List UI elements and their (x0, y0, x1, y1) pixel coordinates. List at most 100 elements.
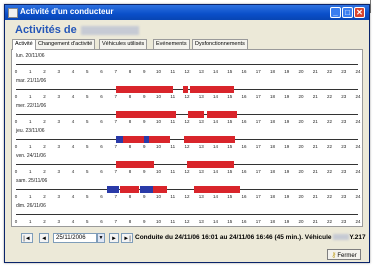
hour-tick-label: 11 (170, 119, 176, 124)
activity-segment[interactable] (182, 86, 189, 93)
close-window-button[interactable]: ✕ (354, 7, 365, 18)
hour-tick-label: 0 (14, 119, 18, 124)
activity-segment[interactable] (139, 186, 153, 193)
hour-tick-label: 11 (170, 69, 176, 74)
hour-tick-label: 20 (298, 219, 304, 224)
activity-segment[interactable] (152, 186, 168, 193)
tab-activite[interactable]: Activité (12, 39, 36, 50)
plate-suffix: Y.217 (349, 234, 366, 241)
hour-scale: 0 1 2 3 4 5 6 7 8 9 10 11 12 13 14 15 16 17 18 19 20 21 22 23 24 (15, 69, 361, 75)
hour-tick-label: 20 (298, 169, 304, 174)
summary-text: Conduite du 24/11/06 16:01 au 24/11/06 1… (135, 234, 332, 241)
hour-tick-label: 5 (85, 194, 89, 199)
hour-tick-label: 21 (312, 119, 318, 124)
activity-segment[interactable] (120, 186, 139, 193)
hour-tick-label: 23 (341, 119, 347, 124)
hour-tick-label: 4 (71, 194, 75, 199)
hour-tick-label: 6 (100, 219, 103, 224)
activity-segment[interactable] (206, 111, 237, 118)
hour-tick-label: 14 (212, 144, 219, 149)
hour-tick-label: 21 (312, 169, 318, 174)
date-dropdown-button[interactable]: ▼ (97, 233, 105, 243)
hour-tick-label: 2 (43, 69, 46, 74)
track-baseline (16, 214, 358, 215)
activity-segment[interactable] (194, 186, 240, 193)
fermer-button[interactable]: ⚷Fermer (327, 249, 361, 260)
hour-tick-label: 19 (284, 119, 290, 124)
hour-tick-label: 20 (298, 94, 304, 99)
tab-changement-activite[interactable]: Changement d'activité (35, 39, 96, 49)
hour-tick-label: 18 (269, 144, 276, 149)
hour-tick-label: 8 (128, 94, 132, 99)
hour-tick-label: 16 (241, 144, 247, 149)
hour-tick-label: 13 (198, 69, 204, 74)
hour-tick-label: 7 (114, 169, 118, 174)
hour-tick-label: 12 (184, 169, 190, 174)
date-input[interactable]: 25/11/2006 (53, 233, 97, 243)
hour-tick-label: 16 (241, 169, 247, 174)
key-icon: ⚷ (331, 252, 337, 259)
activity-segment[interactable] (187, 161, 235, 168)
hour-tick-label: 12 (184, 119, 190, 124)
hour-tick-label: 9 (142, 94, 146, 99)
previous-day-button[interactable]: ◄ (39, 233, 49, 243)
tab-evenements[interactable]: Evénements (153, 39, 190, 49)
page-title-text: Activités de (15, 24, 77, 36)
hour-tick-label: 9 (142, 219, 146, 224)
activity-segment[interactable] (184, 136, 236, 143)
hour-tick-label: 23 (341, 144, 347, 149)
day-activity-track[interactable] (16, 61, 358, 68)
activity-segment[interactable] (144, 136, 149, 143)
activity-segment[interactable] (135, 161, 155, 168)
maximize-button[interactable]: □ (342, 7, 353, 18)
day-activity-track[interactable] (16, 186, 358, 193)
hour-tick-label: 6 (100, 94, 103, 99)
hour-tick-label: 5 (85, 169, 89, 174)
activity-segment[interactable] (115, 161, 136, 168)
hour-tick-label: 1 (28, 144, 32, 149)
minimize-button[interactable]: _ (330, 7, 341, 18)
hour-tick-label: 22 (326, 219, 333, 224)
callout-line (370, 0, 371, 12)
hour-tick-label: 11 (170, 194, 176, 199)
hour-tick-label: 3 (57, 194, 61, 199)
tab-vehicules-utilises[interactable]: Véhicules utilisés (99, 39, 148, 49)
track-baseline (16, 189, 358, 190)
hour-tick-label: 14 (212, 194, 219, 199)
hour-tick-label: 10 (155, 194, 162, 199)
hour-tick-label: 10 (155, 219, 162, 224)
hour-tick-label: 4 (71, 219, 75, 224)
hour-tick-label: 18 (269, 69, 276, 74)
first-day-button[interactable]: |◄ (21, 233, 33, 243)
last-day-button[interactable]: ►| (121, 233, 133, 243)
activity-segment[interactable] (115, 111, 176, 118)
hour-tick-label: 15 (227, 119, 233, 124)
activity-segment[interactable] (189, 86, 235, 93)
activity-segment[interactable] (115, 136, 123, 143)
hour-tick-label: 2 (43, 219, 46, 224)
title-bar[interactable]: Activité d'un conducteur _ □ ✕ (5, 5, 369, 20)
hour-tick-label: 24 (355, 94, 361, 99)
hour-tick-label: 21 (312, 94, 318, 99)
day-activity-track[interactable] (16, 161, 358, 168)
day-activity-track[interactable] (16, 136, 358, 143)
activity-segment[interactable] (107, 186, 119, 193)
tab-dysfonctionnements[interactable]: Dysfonctionnements (192, 39, 248, 49)
hour-tick-label: 18 (269, 194, 276, 199)
hour-tick-label: 22 (326, 169, 333, 174)
selection-summary: Conduite du 24/11/06 16:01 au 24/11/06 1… (135, 234, 366, 241)
day-label: ven. 24/11/06 (16, 153, 46, 159)
hour-tick-label: 12 (184, 219, 190, 224)
hour-tick-label: 13 (198, 94, 204, 99)
activity-segment[interactable] (188, 111, 205, 118)
activity-segment[interactable] (115, 86, 173, 93)
hour-tick-label: 23 (341, 194, 347, 199)
hour-tick-label: 1 (28, 169, 32, 174)
hour-tick-label: 2 (43, 194, 46, 199)
day-activity-track[interactable] (16, 211, 358, 218)
next-day-button[interactable]: ► (109, 233, 119, 243)
hour-tick-label: 2 (43, 169, 46, 174)
day-activity-track[interactable] (16, 111, 358, 118)
hour-tick-label: 11 (170, 169, 176, 174)
day-activity-track[interactable] (16, 86, 358, 93)
